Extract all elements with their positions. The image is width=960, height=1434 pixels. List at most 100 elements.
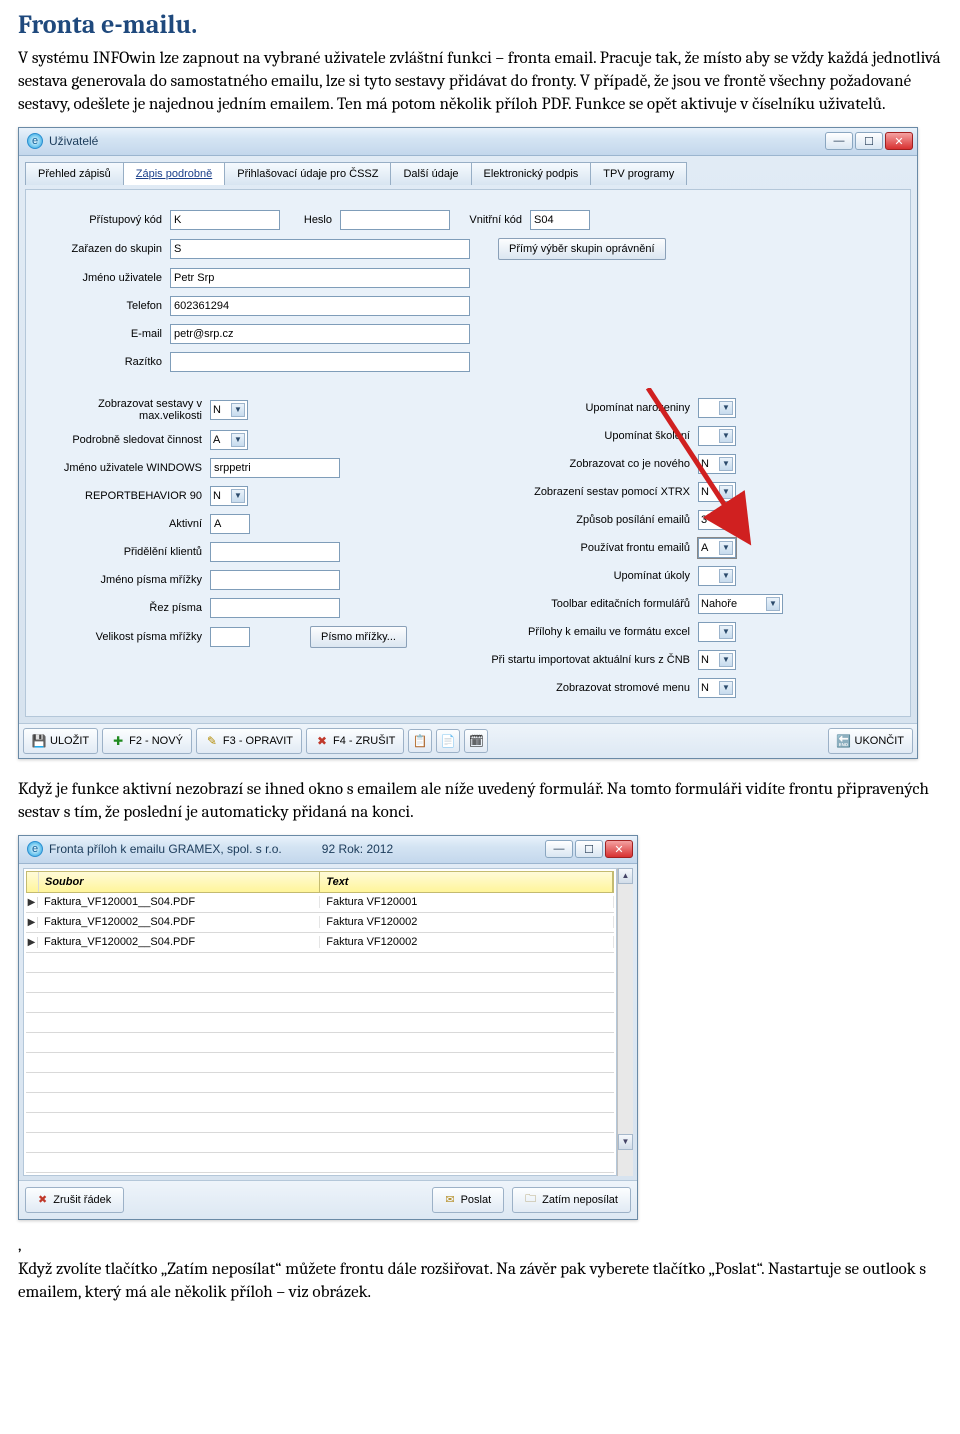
tab-zapis-podrobne[interactable]: Zápis podrobně — [123, 162, 225, 185]
left-label: Aktivní — [40, 518, 210, 530]
misc-icon-3[interactable]: 🗓 — [464, 729, 488, 753]
label-zarazen-do-skupin: Zařazen do skupin — [40, 243, 170, 255]
scroll-up-icon[interactable]: ▲ — [618, 868, 633, 884]
save-icon: 💾 — [32, 734, 46, 748]
right-label: Zobrazovat co je nového — [488, 458, 698, 470]
right-label: Toolbar editačních formulářů — [488, 598, 698, 610]
left-dropdown[interactable]: N▼ — [210, 400, 248, 420]
right-dropdown[interactable]: ▼ — [698, 622, 736, 642]
right-dropdown[interactable]: ▼ — [698, 426, 736, 446]
close-button[interactable]: ✕ — [885, 132, 913, 150]
right-dropdown[interactable]: Nahoře▼ — [698, 594, 783, 614]
input-email[interactable] — [170, 324, 470, 344]
right-dropdown[interactable]: N▼ — [698, 650, 736, 670]
left-input[interactable] — [210, 458, 340, 478]
misc-icon-1[interactable]: 📋 — [408, 729, 432, 753]
right-label: Upomínat školení — [488, 430, 698, 442]
right-label: Zobrazovat stromové menu — [488, 682, 698, 694]
exit-button[interactable]: 🔚UKONČIT — [828, 728, 914, 754]
save-button[interactable]: 💾ULOŽIT — [23, 728, 98, 754]
left-input[interactable] — [210, 570, 340, 590]
left-dropdown[interactable]: N▼ — [210, 486, 248, 506]
plus-icon: ✚ — [111, 734, 125, 748]
minimize-button[interactable]: — — [545, 840, 573, 858]
x-icon: ✖ — [315, 734, 329, 748]
right-dropdown[interactable]: ▼ — [698, 566, 736, 586]
button-primy-vyber-skupin[interactable]: Přímý výběr skupin oprávnění — [498, 238, 666, 260]
table-row-empty — [26, 953, 614, 973]
left-input[interactable] — [210, 598, 340, 618]
label-telefon: Telefon — [40, 300, 170, 312]
left-label: Velikost písma mřížky — [40, 631, 210, 643]
table-row-empty — [26, 973, 614, 993]
queue-window: e Fronta příloh k emailu GRAMEX, spol. s… — [18, 835, 638, 1220]
left-dropdown[interactable]: A▼ — [210, 430, 248, 450]
input-jmeno-uzivatele[interactable] — [170, 268, 470, 288]
label-jmeno-uzivatele: Jméno uživatele — [40, 272, 170, 284]
users-window: e Uživatelé — ☐ ✕ Přehled zápisů Zápis p… — [18, 127, 918, 759]
stray-comma: , — [18, 1236, 942, 1255]
label-email: E-mail — [40, 328, 170, 340]
not-yet-button[interactable]: 🗀 Zatím neposílat — [512, 1187, 631, 1213]
table-row-empty — [26, 1133, 614, 1153]
left-label: Podrobně sledovat činnost — [40, 434, 210, 446]
x-icon: ✖ — [38, 1193, 47, 1206]
window-title: Uživatelé — [49, 134, 98, 148]
font-grid-button[interactable]: Písmo mřížky... — [310, 626, 407, 648]
new-button[interactable]: ✚F2 - NOVÝ — [102, 728, 192, 754]
right-dropdown[interactable]: 3▼ — [698, 510, 736, 530]
right-dropdown[interactable]: N▼ — [698, 678, 736, 698]
input-heslo[interactable] — [340, 210, 450, 230]
table-row-empty — [26, 1093, 614, 1113]
right-dropdown[interactable]: A▼ — [698, 538, 736, 558]
input-pristupovy-kod[interactable] — [170, 210, 280, 230]
scroll-down-icon[interactable]: ▼ — [618, 1134, 633, 1150]
tab-dalsi[interactable]: Další údaje — [390, 162, 471, 185]
pause-icon: 🗀 — [525, 1190, 536, 1209]
app-icon: e — [27, 841, 43, 857]
input-telefon[interactable] — [170, 296, 470, 316]
left-input[interactable] — [210, 514, 250, 534]
edit-button[interactable]: ✎F3 - OPRAVIT — [196, 728, 302, 754]
label-pristupovy-kod: Přístupový kód — [40, 214, 170, 226]
minimize-button[interactable]: — — [825, 132, 853, 150]
label-vnitrni-kod: Vnitřní kód — [450, 214, 530, 226]
left-label: Řez písma — [40, 602, 210, 614]
cancel-button[interactable]: ✖F4 - ZRUŠIT — [306, 728, 404, 754]
misc-icon-2[interactable]: 📄 — [436, 729, 460, 753]
maximize-button[interactable]: ☐ — [855, 132, 883, 150]
tab-tpv[interactable]: TPV programy — [590, 162, 687, 185]
right-dropdown[interactable]: N▼ — [698, 482, 736, 502]
tab-cssz[interactable]: Přihlašovací údaje pro ČSSZ — [224, 162, 391, 185]
right-label: Zobrazení sestav pomocí XTRX — [488, 486, 698, 498]
delete-row-button[interactable]: ✖ Zrušit řádek — [25, 1187, 124, 1213]
tab-podpis[interactable]: Elektronický podpis — [471, 162, 592, 185]
right-label: Upomínat narozeniny — [488, 402, 698, 414]
left-input[interactable] — [210, 542, 340, 562]
send-button[interactable]: ✉ Poslat — [432, 1187, 504, 1213]
close-button[interactable]: ✕ — [605, 840, 633, 858]
pencil-icon: ✎ — [205, 734, 219, 748]
tab-prehled[interactable]: Přehled zápisů — [25, 162, 124, 185]
table-row[interactable]: ▶Faktura_VF120001__S04.PDFFaktura VF1200… — [26, 893, 614, 913]
maximize-button[interactable]: ☐ — [575, 840, 603, 858]
right-dropdown[interactable]: ▼ — [698, 398, 736, 418]
right-dropdown[interactable]: N▼ — [698, 454, 736, 474]
scrollbar[interactable]: ▲ ▼ — [617, 868, 633, 1176]
intro-paragraph-3: Když zvolíte tlačítko „Zatím neposílat“ … — [18, 1259, 942, 1305]
col-header-text[interactable]: Text — [320, 872, 613, 892]
input-razitko[interactable] — [170, 352, 470, 372]
table-row[interactable]: ▶Faktura_VF120002__S04.PDFFaktura VF1200… — [26, 913, 614, 933]
left-label: REPORTBEHAVIOR 90 — [40, 490, 210, 502]
table-row-empty — [26, 1053, 614, 1073]
input-vnitrni-kod[interactable] — [530, 210, 590, 230]
right-label: Přílohy k emailu ve formátu excel — [488, 626, 698, 638]
left-input[interactable] — [210, 627, 250, 647]
exit-icon: 🔚 — [837, 734, 851, 748]
col-header-soubor[interactable]: Soubor — [39, 872, 320, 892]
table-row[interactable]: ▶Faktura_VF120002__S04.PDFFaktura VF1200… — [26, 933, 614, 953]
queue-window-title-a: Fronta příloh k emailu GRAMEX, spol. s r… — [49, 842, 282, 856]
right-label: Upomínat úkoly — [488, 570, 698, 582]
input-zarazen-do-skupin[interactable] — [170, 239, 470, 259]
queue-window-title-b: 92 Rok: 2012 — [322, 842, 393, 856]
